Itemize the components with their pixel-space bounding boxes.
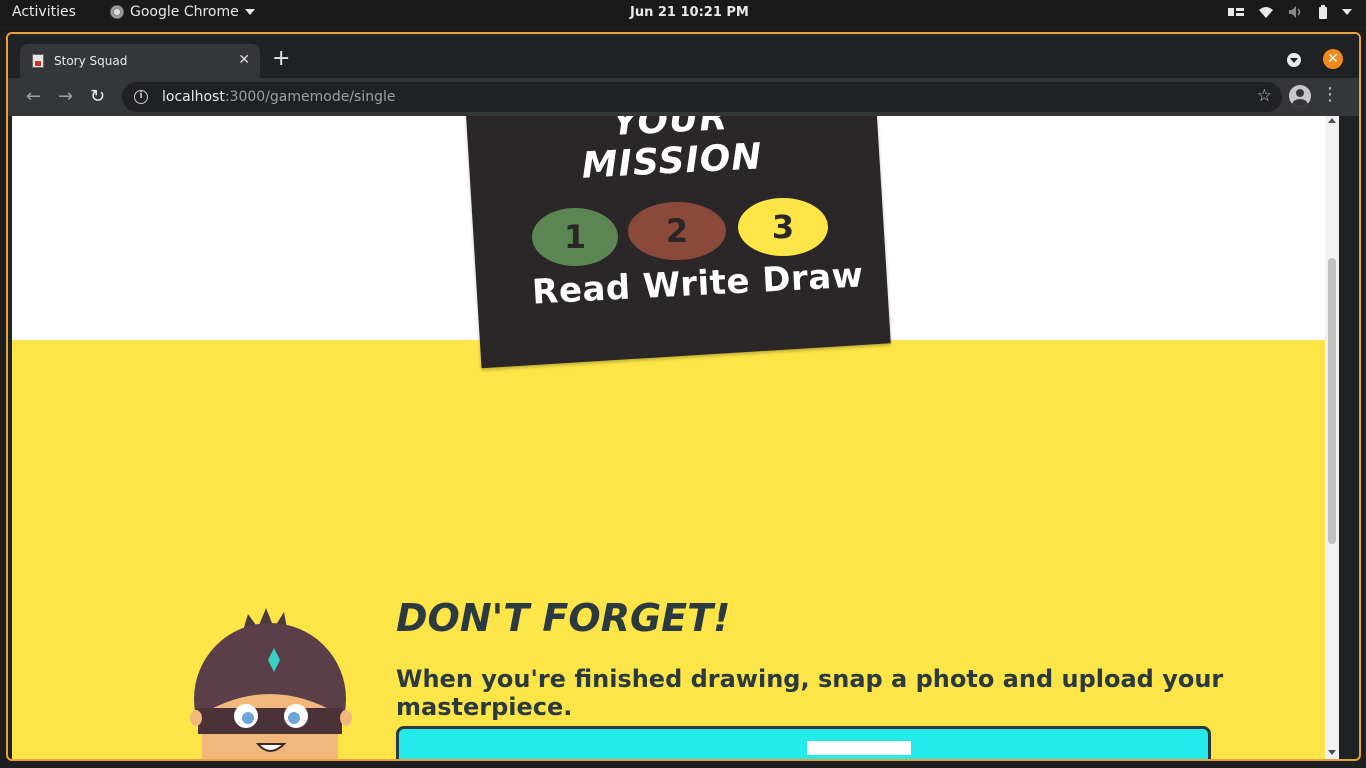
upload-button-placeholder[interactable] [807,741,911,755]
app-menu-label: Google Chrome [130,4,239,20]
step-3-badge: 3 [738,198,828,256]
battery-icon [1319,5,1327,19]
forward-arrow-icon[interactable]: → [58,86,73,107]
reminder-text: When you're finished drawing, snap a pho… [396,665,1224,721]
site-info-icon[interactable]: i [134,90,148,104]
back-arrow-icon[interactable]: ← [26,86,41,107]
volume-icon [1289,6,1301,18]
new-tab-button[interactable]: + [272,48,290,70]
address-bar[interactable]: i localhost:3000/gamemode/single ☆ [122,82,1282,112]
favicon-icon [32,54,44,68]
upload-dropzone[interactable] [396,726,1211,759]
bookmark-star-icon[interactable]: ☆ [1257,86,1272,106]
step-1-badge: 1 [532,208,618,266]
chrome-icon [110,5,124,19]
close-tab-icon[interactable]: ✕ [238,52,250,68]
system-menu-chevron-icon [1342,9,1352,15]
url-host: localhost [162,89,225,105]
system-tray[interactable] [1228,5,1352,19]
url-path: :3000/gamemode/single [224,89,396,105]
tab-search-icon[interactable] [1287,53,1301,67]
browser-toolbar: ← → ↻ i localhost:3000/gamemode/single ☆… [8,78,1359,116]
mission-heading: YOUR MISSION [580,116,764,187]
window-close-button[interactable]: ✕ [1323,49,1343,69]
step-2-badge: 2 [628,202,726,260]
more-menu-icon[interactable]: ⋮ [1321,86,1339,104]
scroll-up-icon[interactable] [1328,118,1336,123]
browser-window: Story Squad ✕ + ✕ ← → ↻ i localhost:3000… [6,32,1361,761]
system-top-bar: Activities Google Chrome Jun 21 10:21 PM [0,0,1366,26]
reload-icon[interactable]: ↻ [90,86,105,107]
profile-avatar-icon[interactable] [1289,85,1311,107]
tab-strip: Story Squad ✕ + ✕ [8,34,1359,78]
scrollbar-thumb[interactable] [1328,258,1336,544]
clock[interactable]: Jun 21 10:21 PM [630,5,749,20]
reminder-heading: DON'T FORGET! [396,596,731,640]
window-switcher-icon [1228,8,1244,16]
tab-title: Story Squad [54,54,128,68]
wifi-icon [1259,7,1273,18]
activities-button[interactable]: Activities [12,4,76,20]
page-scrollbar[interactable] [1325,116,1339,759]
page-viewport: YOUR MISSION 1 2 3 Read Write Draw DON'T… [12,116,1339,759]
tab-story-squad[interactable]: Story Squad ✕ [20,44,260,78]
mascot-illustration [190,608,352,759]
scroll-down-icon[interactable] [1328,750,1336,755]
app-menu[interactable]: Google Chrome [110,4,255,20]
chevron-down-icon [244,9,255,15]
